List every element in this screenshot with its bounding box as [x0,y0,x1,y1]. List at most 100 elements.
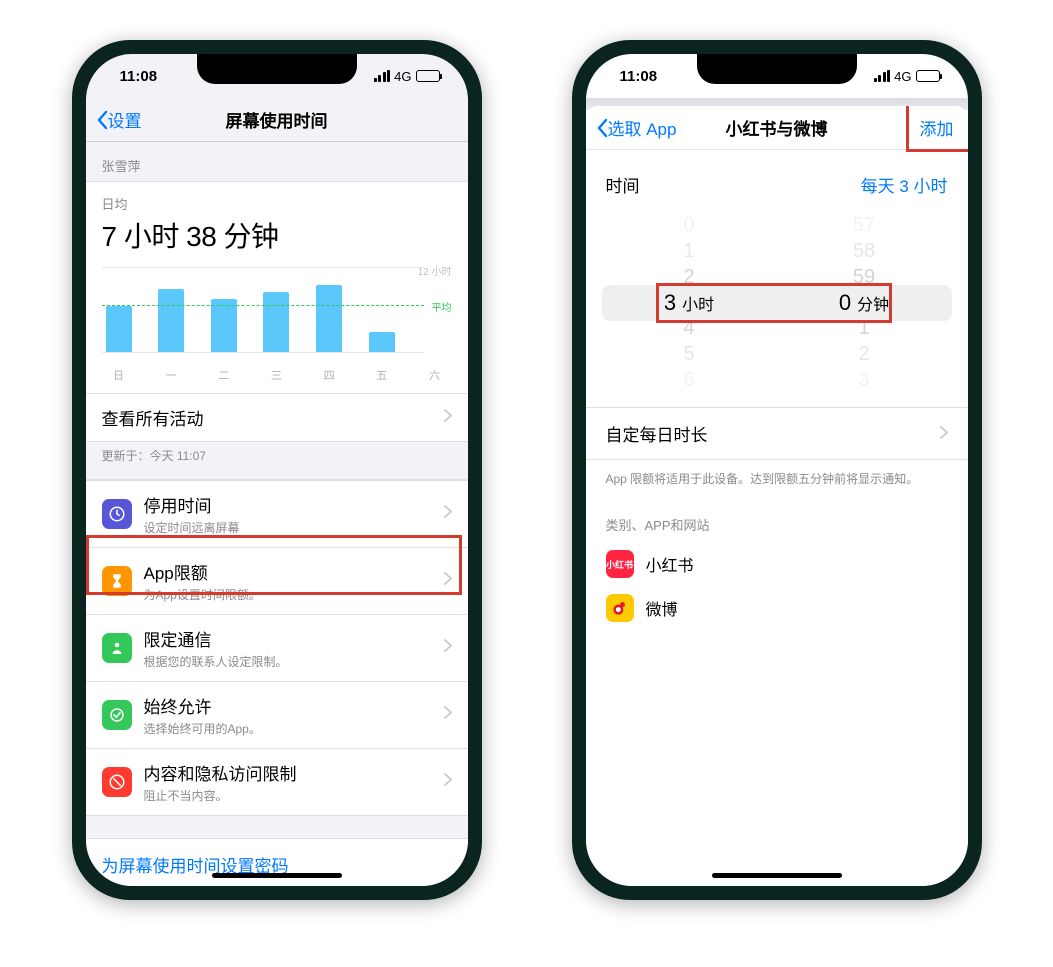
picker-cell[interactable]: 0 [602,213,777,239]
chart-bar [158,289,184,354]
status-time: 11:08 [120,68,158,85]
phone-left: 11:08 4G 设置 屏幕使用时间 张雪萍 日均 7 小时 38 分钟 [72,40,482,900]
chevron-left-icon [596,118,608,138]
apps-header: 类别、APP和网站 [586,497,968,542]
time-picker[interactable]: 0123小时456 5758590分钟123 [602,213,952,393]
app-row[interactable]: 微博 [586,586,968,630]
row-icon [102,566,132,596]
signal-icon [374,70,391,82]
chevron-left-icon [96,110,108,130]
time-label: 时间 [606,172,640,197]
row-icon [102,499,132,529]
row-icon [102,633,132,663]
view-all-activity-row[interactable]: 查看所有活动 [86,393,468,441]
picker-cell[interactable]: 1 [602,239,777,265]
sheet-back-button[interactable]: 选取 App [596,115,677,140]
chart-top-label: 12 小时 [418,263,452,278]
chevron-right-icon [444,572,452,589]
custom-footer: App 限额将适用于此设备。达到限额五分钟前将显示通知。 [586,460,968,497]
app-name: 微博 [646,596,678,620]
settings-row-4[interactable]: 内容和隐私访问限制阻止不当内容。 [86,748,468,815]
picker-minutes-col[interactable]: 5758590分钟123 [777,213,952,393]
network-label: 4G [894,69,911,84]
chart-bar [211,299,237,353]
phone-right: 11:08 4G 选取 App 小红书与微博 添加 时间 每天 3 小时 [572,40,982,900]
chevron-right-icon [444,706,452,723]
picker-cell[interactable]: 2 [777,342,952,368]
app-row[interactable]: 小红书小红书 [586,542,968,586]
picker-cell[interactable]: 6 [602,367,777,393]
home-indicator[interactable] [712,873,842,878]
network-label: 4G [394,69,411,84]
chart-bar [106,306,132,353]
settings-list: 停用时间设定时间远离屏幕App限额为App设置时间限额。限定通信根据您的联系人设… [86,479,468,816]
picker-cell[interactable]: 0分钟 [777,290,952,316]
chart-avg-label: 平均 [432,299,452,314]
row-icon [102,767,132,797]
status-time: 11:08 [620,68,658,85]
view-all-label: 查看所有活动 [102,405,204,430]
picker-cell[interactable]: 4 [602,316,777,342]
updated-label: 更新于：今天 11:07 [86,442,468,479]
picker-cell[interactable]: 2 [602,264,777,290]
modal-sheet: 选取 App 小红书与微博 添加 时间 每天 3 小时 0123小时456 57… [586,106,968,886]
settings-row-0[interactable]: 停用时间设定时间远离屏幕 [86,480,468,547]
signal-icon [874,70,891,82]
user-label: 张雪萍 [86,142,468,181]
picker-cell[interactable]: 59 [777,264,952,290]
row-subtitle: 选择始终可用的App。 [144,720,261,737]
usage-card: 日均 7 小时 38 分钟 12 小时 平均 日一二三四五六 查看所有活动 [86,181,468,442]
sheet-back-label: 选取 App [608,115,677,140]
chart-bar [263,292,289,353]
picker-cell[interactable]: 5 [602,342,777,368]
battery-icon [416,70,440,82]
notch [697,54,857,84]
row-title: 内容和隐私访问限制 [144,760,297,785]
back-label: 设置 [108,107,142,132]
chart-avg-line [102,305,424,306]
settings-row-2[interactable]: 限定通信根据您的联系人设定限制。 [86,614,468,681]
custom-daily-row[interactable]: 自定每日时长 [586,407,968,460]
row-title: 停用时间 [144,492,240,517]
row-icon [102,700,132,730]
settings-row-1[interactable]: App限额为App设置时间限额。 [86,547,468,614]
row-subtitle: 阻止不当内容。 [144,787,297,804]
time-value: 每天 3 小时 [861,172,948,197]
app-icon: 小红书 [606,550,634,578]
picker-cell[interactable]: 3小时 [602,290,777,316]
row-title: 始终允许 [144,693,261,718]
usage-chart: 12 小时 平均 日一二三四五六 [86,263,468,393]
picker-hours-col[interactable]: 0123小时456 [602,213,777,393]
chevron-right-icon [444,639,452,656]
row-title: App限额 [144,559,261,584]
custom-daily-label: 自定每日时长 [606,421,708,446]
chevron-right-icon [444,773,452,790]
battery-icon [916,70,940,82]
daily-avg-label: 日均 [102,194,452,213]
app-icon [606,594,634,622]
time-row[interactable]: 时间 每天 3 小时 [586,150,968,207]
picker-cell[interactable]: 57 [777,213,952,239]
chevron-right-icon [444,409,452,426]
settings-row-3[interactable]: 始终允许选择始终可用的App。 [86,681,468,748]
picker-cell[interactable]: 3 [777,367,952,393]
page-title: 屏幕使用时间 [226,107,328,132]
add-button[interactable]: 添加 [920,115,954,140]
row-title: 限定通信 [144,626,288,651]
set-passcode-link[interactable]: 为屏幕使用时间设置密码 [86,838,468,886]
notch [197,54,357,84]
nav-bar: 设置 屏幕使用时间 [86,98,468,142]
picker-cell[interactable]: 58 [777,239,952,265]
apps-list: 小红书小红书微博 [586,542,968,630]
daily-avg-value: 7 小时 38 分钟 [102,215,452,255]
picker-cell[interactable]: 1 [777,316,952,342]
row-subtitle: 为App设置时间限额。 [144,586,261,603]
sheet-nav: 选取 App 小红书与微博 添加 [586,106,968,150]
row-subtitle: 设定时间远离屏幕 [144,519,240,536]
chart-day-labels: 日一二三四五六 [102,367,452,383]
row-subtitle: 根据您的联系人设定限制。 [144,653,288,670]
home-indicator[interactable] [212,873,342,878]
back-button[interactable]: 设置 [96,107,142,132]
sheet-title: 小红书与微博 [726,115,828,140]
content-scroll[interactable]: 张雪萍 日均 7 小时 38 分钟 12 小时 平均 日一二三四五六 [86,142,468,886]
